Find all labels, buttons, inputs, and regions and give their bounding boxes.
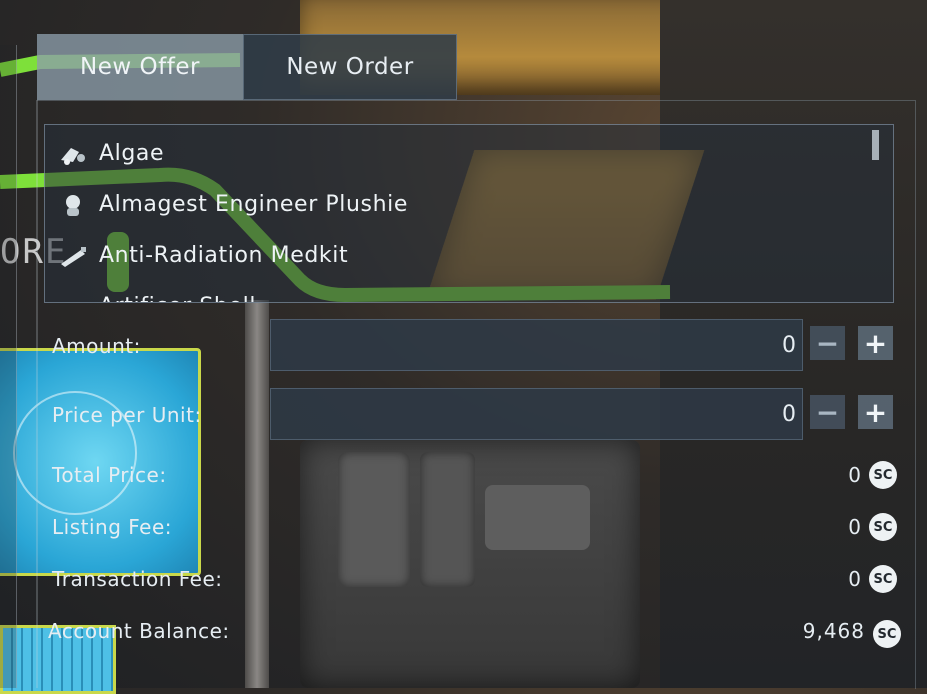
item-label: Almagest Engineer Plushie	[99, 192, 409, 217]
list-scrollbar[interactable]	[872, 130, 879, 160]
price-increment-button[interactable]: +	[858, 395, 893, 429]
listing-fee-value: 0	[848, 515, 862, 539]
shell-icon	[57, 295, 89, 303]
list-item-almagest-plushie[interactable]: Almagest Engineer Plushie	[45, 179, 893, 230]
transaction-fee-value: 0	[848, 567, 862, 591]
medkit-icon	[57, 244, 89, 268]
credits-icon: SC	[873, 620, 901, 648]
amount-increment-button[interactable]: +	[858, 326, 893, 360]
listing-fee-label: Listing Fee:	[52, 515, 173, 539]
tab-new-order[interactable]: New Order	[243, 34, 457, 100]
total-price-label: Total Price:	[52, 463, 167, 487]
account-balance-value: 9,468	[802, 619, 865, 643]
total-price-value: 0	[848, 463, 862, 487]
account-balance-label: Account Balance:	[48, 619, 230, 643]
amount-label: Amount:	[52, 334, 141, 358]
price-decrement-button[interactable]: −	[810, 395, 845, 429]
price-per-unit-label: Price per Unit:	[52, 403, 202, 427]
tab-new-offer[interactable]: New Offer	[37, 34, 243, 100]
credits-icon: SC	[869, 565, 897, 593]
item-label: Artificer Shell	[99, 294, 256, 302]
credits-icon: SC	[869, 513, 897, 541]
list-item-artificer-shell[interactable]: Artificer Shell	[45, 281, 893, 303]
amount-decrement-button[interactable]: −	[810, 326, 845, 360]
tab-bar: New Offer New Order	[37, 34, 457, 100]
item-label: Algae	[99, 141, 165, 166]
algae-icon	[57, 142, 89, 166]
transaction-fee-label: Transaction Fee:	[52, 567, 223, 591]
price-per-unit-input[interactable]	[270, 388, 803, 440]
plushie-icon	[57, 193, 89, 217]
amount-input[interactable]	[270, 319, 803, 371]
list-item-anti-radiation-medkit[interactable]: Anti-Radiation Medkit	[45, 230, 893, 281]
bg-frame	[0, 45, 17, 688]
item-label: Anti-Radiation Medkit	[99, 243, 349, 268]
list-item-algae[interactable]: Algae	[45, 128, 893, 179]
item-list[interactable]: Algae Almagest Engineer Plushie Anti-Rad…	[44, 124, 894, 303]
credits-icon: SC	[869, 461, 897, 489]
